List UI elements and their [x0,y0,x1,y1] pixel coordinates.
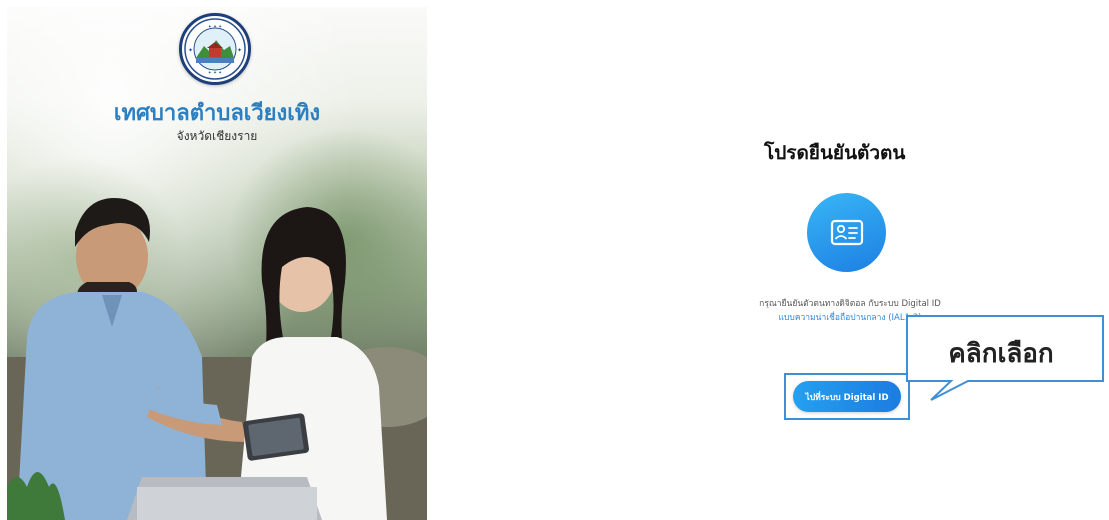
login-page: ✦ ✦ ✦ ✦ ✦ ✦ ✦ ✦ เทศบาลตำบลเวียงเทิง จังห… [0,0,1109,520]
callout-text: คลิกเลือก [948,339,1054,369]
svg-text:✦ ✦ ✦: ✦ ✦ ✦ [208,70,222,76]
svg-text:✦: ✦ [237,47,242,54]
assurance-level-text: แบบความน่าเชื่อถือปานกลาง (IAL1.3) [778,313,922,323]
go-to-digital-id-button[interactable]: ไปที่ระบบ Digital ID [793,381,901,412]
verification-description: กรุณายืนยันตัวตนทางดิจิตอล กับระบบ Digit… [759,299,941,309]
promo-panel: ✦ ✦ ✦ ✦ ✦ ✦ ✦ ✦ เทศบาลตำบลเวียงเทิง จังห… [7,7,427,520]
organization-name: เทศบาลตำบลเวียงเทิง [113,101,321,126]
municipality-seal-icon: ✦ ✦ ✦ ✦ ✦ ✦ ✦ ✦ [179,13,251,85]
svg-text:✦: ✦ [188,47,193,54]
svg-text:✦ ✦ ✦: ✦ ✦ ✦ [208,24,222,30]
verify-identity-title: โปรดยืนยันตัวตน [764,142,906,164]
people-with-tablet-photo [7,197,427,520]
id-card-icon [807,193,886,272]
province-name: จังหวัดเชียงราย [176,129,258,143]
